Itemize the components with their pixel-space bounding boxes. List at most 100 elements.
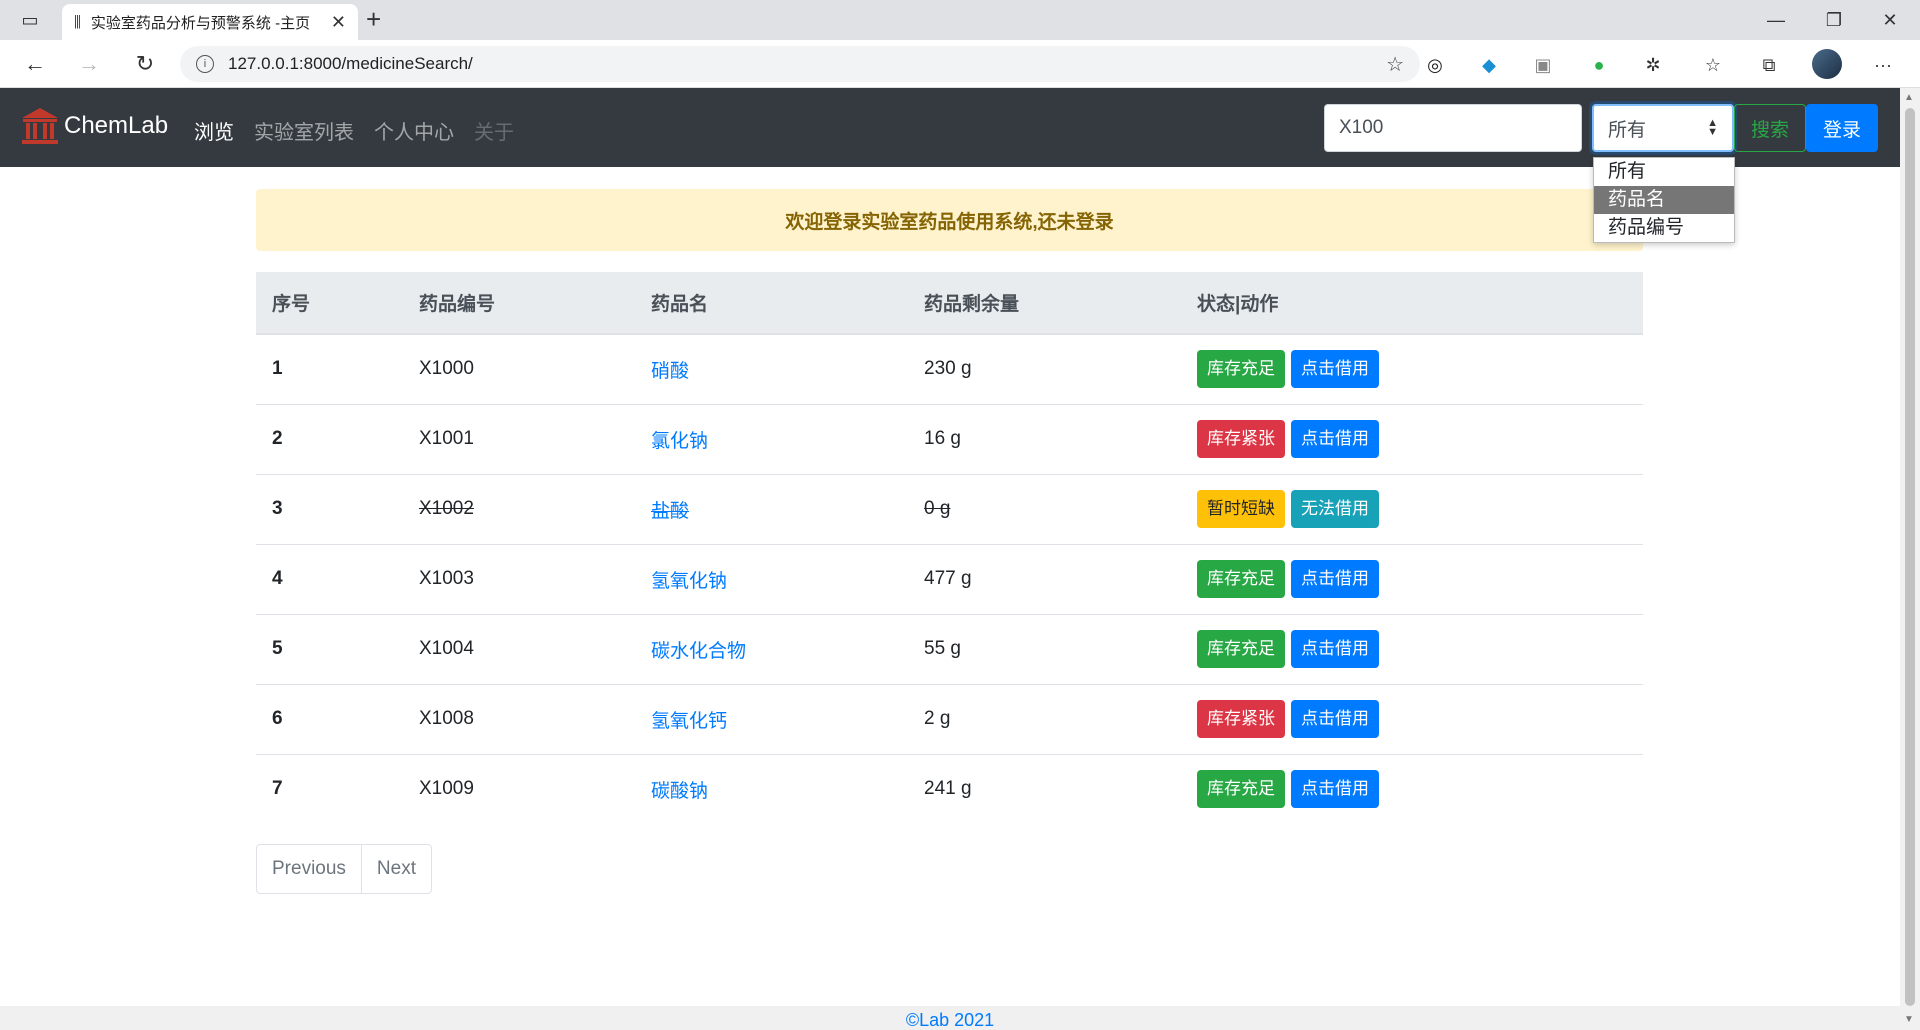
search-type-dropdown: 所有 药品名 药品编号 [1593,157,1735,243]
row-name-link[interactable]: 硝酸 [635,333,908,404]
address-bar[interactable]: i 127.0.0.1:8000/medicineSearch/ ☆ [180,46,1420,82]
collections-icon[interactable]: ⧉ [1756,52,1782,78]
row-name-link[interactable]: 碳水化合物 [635,613,908,684]
extensions-puzzle-icon[interactable]: ✲ [1640,52,1666,78]
scrollbar-thumb[interactable] [1905,108,1915,1006]
extension-icon[interactable]: ◎ [1422,52,1448,78]
extension-gray-icon[interactable]: ▣ [1530,52,1556,78]
scroll-up-icon[interactable]: ▲ [1904,92,1914,103]
tab-title: 实验室药品分析与预警系统 -主页 [90,14,311,32]
row-code: X1001 [403,403,635,474]
brand[interactable]: ChemLab [20,106,168,146]
dropdown-option-name[interactable]: 药品名 [1594,186,1734,214]
row-amount: 477 g [908,543,1181,614]
row-code: X1009 [403,753,635,824]
row-code: X1002 [403,473,635,544]
scroll-down-icon[interactable]: ▼ [1904,1014,1914,1025]
row-amount: 55 g [908,613,1181,684]
search-button[interactable]: 搜索 [1734,104,1806,152]
row-actions: 库存紧张 点击借用 [1181,403,1643,474]
nav-about[interactable]: 关于 [474,116,514,145]
nav-profile[interactable]: 个人中心 [374,116,454,145]
status-sufficient-button[interactable]: 库存充足 [1197,770,1285,809]
tab-close-icon[interactable]: ✕ [331,12,346,33]
footer-copyright[interactable]: ©Lab 2021 [906,1010,994,1030]
row-amount: 241 g [908,753,1181,824]
select-arrows-icon: ▲ ▼ [1707,117,1718,138]
row-name-link[interactable]: 氯化钠 [635,403,908,474]
unavailable-button[interactable]: 无法借用 [1291,490,1379,528]
status-sufficient-button[interactable]: 库存充足 [1197,630,1285,668]
browser-tab[interactable]: ⫼ 实验室药品分析与预警系统 -主页 ✕ [62,4,358,40]
site-info-icon[interactable]: i [196,55,214,73]
new-tab-icon[interactable]: + [366,4,381,35]
footer: ©Lab 2021 [0,1006,1900,1030]
row-index: 7 [256,753,403,824]
table-row: 5 X1004 碳水化合物 55 g 库存充足 点击借用 [256,613,1643,684]
back-icon[interactable]: ← [20,50,50,78]
row-actions: 库存充足 点击借用 [1181,753,1643,824]
status-sufficient-button[interactable]: 库存充足 [1197,560,1285,598]
add-favorite-icon[interactable]: ☆ [1386,52,1404,77]
dropdown-option-all[interactable]: 所有 [1594,158,1734,186]
select-value: 所有 [1608,119,1647,141]
row-actions: 库存充足 点击借用 [1181,543,1643,614]
row-code: X1000 [403,333,635,404]
row-actions: 库存充足 点击借用 [1181,613,1643,684]
reload-icon[interactable]: ↻ [130,50,160,78]
status-low-button[interactable]: 库存紧张 [1197,420,1285,458]
tab-actions-icon[interactable]: ▭ [16,6,44,34]
row-index: 4 [256,543,403,614]
address-url[interactable]: 127.0.0.1:8000/medicineSearch/ [228,54,473,74]
window-close-icon[interactable]: ✕ [1870,6,1910,34]
header-index: 序号 [256,272,403,335]
row-amount: 2 g [908,683,1181,754]
borrow-button[interactable]: 点击借用 [1291,350,1379,389]
row-actions: 库存紧张 点击借用 [1181,683,1643,754]
row-name-link[interactable]: 氢氧化钙 [635,683,908,754]
table-row: 1 X1000 硝酸 230 g 库存充足 点击借用 [256,333,1643,404]
status-shortage-button[interactable]: 暂时短缺 [1197,490,1285,528]
row-index: 5 [256,613,403,684]
pagination: Previous Next [256,844,432,894]
row-code: X1004 [403,613,635,684]
more-menu-icon[interactable]: ··· [1870,52,1896,78]
login-button[interactable]: 登录 [1806,104,1878,152]
row-name-link[interactable]: 碳酸钠 [635,753,908,824]
lab-building-icon [22,108,58,144]
row-index: 3 [256,473,403,544]
browser-toolbar: ← → ↻ i 127.0.0.1:8000/medicineSearch/ ☆… [0,40,1920,88]
row-amount: 16 g [908,403,1181,474]
minimize-icon[interactable]: — [1756,6,1796,34]
row-name-link[interactable]: 氢氧化钠 [635,543,908,614]
welcome-alert-text: 欢迎登录实验室药品使用系统,还未登录 [785,211,1114,233]
profile-avatar[interactable] [1812,49,1842,79]
search-input[interactable] [1324,104,1582,152]
site-navbar: ChemLab 浏览 实验室列表 个人中心 关于 所有 ▲▼ 搜索 登录 [0,88,1900,167]
header-status: 状态|动作 [1181,272,1643,335]
welcome-alert: 欢迎登录实验室药品使用系统,还未登录 [256,189,1643,251]
borrow-button[interactable]: 点击借用 [1291,700,1379,738]
row-name-link[interactable]: 盐酸 [635,473,908,544]
search-type-select[interactable]: 所有 ▲ ▼ [1592,104,1734,152]
row-actions: 库存充足 点击借用 [1181,333,1643,404]
previous-page-button[interactable]: Previous [257,845,361,893]
medicine-table: 序号 药品编号 药品名 药品剩余量 状态|动作 1 X1000 硝酸 230 g… [256,272,1643,824]
status-sufficient-button[interactable]: 库存充足 [1197,350,1285,389]
next-page-button[interactable]: Next [360,845,431,893]
status-low-button[interactable]: 库存紧张 [1197,700,1285,738]
nav-browse[interactable]: 浏览 [194,116,234,145]
borrow-button[interactable]: 点击借用 [1291,420,1379,458]
restore-icon[interactable]: ❐ [1814,6,1854,34]
extension-green-icon[interactable]: ● [1586,52,1612,78]
forward-icon[interactable]: → [74,50,104,78]
borrow-button[interactable]: 点击借用 [1291,630,1379,668]
page-scrollbar[interactable]: ▲ ▼ [1900,88,1920,1030]
extension-bird-icon[interactable]: ◆ [1476,52,1502,78]
borrow-button[interactable]: 点击借用 [1291,770,1379,809]
dropdown-option-code[interactable]: 药品编号 [1594,214,1734,242]
row-index: 6 [256,683,403,754]
borrow-button[interactable]: 点击借用 [1291,560,1379,598]
nav-lab-list[interactable]: 实验室列表 [254,116,354,145]
favorites-icon[interactable]: ☆ [1700,52,1726,78]
